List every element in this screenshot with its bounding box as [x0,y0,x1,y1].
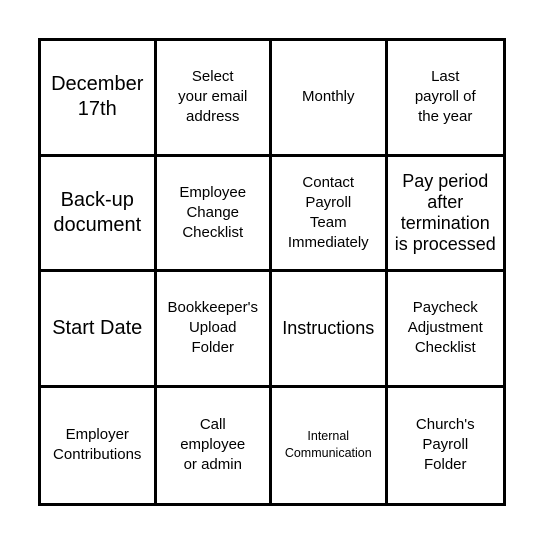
bingo-cell[interactable]: Monthly [272,41,388,157]
bingo-cell-text: Select your email address [178,68,248,126]
bingo-cell[interactable]: Employee Change Checklist [156,156,272,272]
bingo-cell-text: Pay period after termination is processe… [394,170,496,254]
bingo-cell[interactable]: Back-up document [41,156,157,272]
bingo-cell[interactable]: Employer Contributions [41,387,157,503]
bingo-cell[interactable]: Start Date [41,272,157,388]
bingo-card: December 17th Select your email address … [38,38,506,506]
bingo-cell[interactable]: Instructions [272,272,388,388]
bingo-cell-text: Call employee or admin [180,416,246,474]
bingo-cell[interactable]: Call employee or admin [157,387,272,503]
bingo-cell[interactable]: Paycheck Adjustment Checklist [387,272,503,388]
bingo-cell-text: Internal Communication [284,429,372,461]
bingo-cell[interactable]: Internal Communication [272,387,388,503]
bingo-cell[interactable]: Contact Payroll Team Immediately [272,156,388,272]
bingo-cell-text: Monthly [301,88,355,106]
bingo-cell[interactable]: December 17th [41,41,157,157]
bingo-cell[interactable]: Church's Payroll Folder [388,388,504,504]
bingo-cell-text: Instructions [282,317,375,338]
bingo-cell-text: Employee Change Checklist [179,183,247,241]
bingo-cell-text: Start Date [52,316,143,339]
bingo-cell-text: Contact Payroll Team Immediately [287,173,369,251]
bingo-cell-text: Church's Payroll Folder [415,416,475,474]
bingo-cell-text: Last payroll of the year [414,68,476,126]
bingo-cell-text: Back-up document [53,188,142,236]
bingo-cell[interactable]: Bookkeeper's Upload Folder [156,272,272,388]
bingo-cell-text: Paycheck Adjustment Checklist [407,299,483,357]
bingo-cell-text: Employer Contributions [53,426,142,464]
bingo-cell[interactable]: Pay period after termination is processe… [387,157,503,272]
bingo-cell[interactable]: Select your email address [156,41,272,157]
bingo-cell-text: Bookkeeper's Upload Folder [167,299,258,357]
bingo-cell[interactable]: Last payroll of the year [387,41,503,157]
bingo-cell-text: December 17th [51,73,144,121]
